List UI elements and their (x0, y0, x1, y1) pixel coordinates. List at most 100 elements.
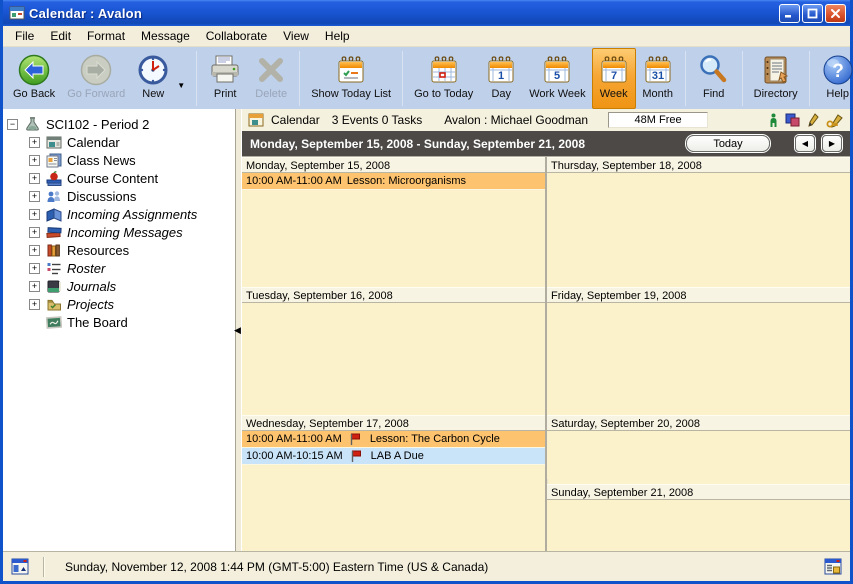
next-week-button[interactable]: ▶ (822, 135, 842, 152)
day-body[interactable]: 10:00 AM-11:00 AM Lesson: The Carbon Cyc… (242, 431, 545, 551)
main-area: − SCI102 - Period 2 + Calendar (3, 109, 850, 551)
sidebar-item-class-news[interactable]: + Class News (7, 151, 235, 169)
day-header: Saturday, September 20, 2008 (547, 415, 850, 431)
maximize-button[interactable] (802, 4, 823, 23)
menu-view[interactable]: View (275, 27, 317, 45)
sidebar-item-incoming-messages[interactable]: + Incoming Messages (7, 223, 235, 241)
expand-box-icon[interactable]: + (29, 245, 40, 256)
new-dropdown-icon[interactable]: ▼ (177, 81, 185, 90)
svg-text:?: ? (832, 61, 844, 82)
day-cell-thursday[interactable]: Thursday, September 18, 2008 (547, 157, 850, 287)
toolbar-separator (299, 51, 300, 106)
sidebar-item-calendar[interactable]: + Calendar (7, 133, 235, 151)
splitter-collapse-icon[interactable]: ◀ (234, 325, 241, 336)
show-today-list-button[interactable]: Show Today List (305, 48, 397, 109)
event-lesson-microorganisms[interactable]: 10:00 AM-11:00 AM Lesson: Microorganisms (242, 173, 545, 190)
toolbar: Go Back Go Forward New ▼ (3, 47, 850, 109)
work-week-view-button[interactable]: 5 Work Week (523, 48, 591, 109)
connection-window-icon[interactable] (11, 558, 29, 575)
expand-box-icon[interactable]: + (29, 191, 40, 202)
help-button[interactable]: ? Help (815, 48, 853, 109)
month-view-button[interactable]: 31 Month (636, 48, 680, 109)
go-back-button[interactable]: Go Back (7, 48, 61, 109)
panel-layout-icon[interactable] (824, 558, 842, 575)
sidebar-root[interactable]: − SCI102 - Period 2 (7, 115, 235, 133)
sidebar-item-resources[interactable]: + Resources (7, 241, 235, 259)
sidebar-item-incoming-assignments[interactable]: + Incoming Assignments (7, 205, 235, 223)
sidebar-item-roster[interactable]: + Roster (7, 259, 235, 277)
sidebar-item-journals[interactable]: + Journals (7, 277, 235, 295)
go-to-today-button[interactable]: Go to Today (408, 48, 479, 109)
toolbar-separator (402, 51, 403, 106)
day-cell-monday[interactable]: Monday, September 15, 2008 10:00 AM-11:0… (242, 157, 545, 287)
today-list-icon (335, 54, 367, 86)
sidebar-item-discussions[interactable]: + Discussions (7, 187, 235, 205)
discussions-icon (46, 189, 62, 204)
expand-box-icon[interactable]: + (29, 299, 40, 310)
expand-box-icon[interactable]: + (29, 227, 40, 238)
minimize-button[interactable] (779, 4, 800, 23)
calendar-content: Calendar 3 Events 0 Tasks Avalon : Micha… (242, 109, 850, 551)
title-bar[interactable]: Calendar : Avalon (3, 0, 850, 26)
menu-message[interactable]: Message (133, 27, 198, 45)
window-panels-icon[interactable] (785, 113, 800, 127)
calendar-icon (46, 135, 62, 150)
day-body[interactable] (547, 431, 850, 479)
expand-box-icon[interactable]: + (29, 173, 40, 184)
sidebar-item-course-content[interactable]: + Course Content (7, 169, 235, 187)
day-view-button[interactable]: 1 Day (479, 48, 523, 109)
day-view-icon: 1 (485, 54, 517, 86)
delete-icon (254, 53, 288, 87)
collapse-box-icon[interactable]: − (7, 119, 18, 130)
day-body[interactable]: 10:00 AM-11:00 AM Lesson: Microorganisms (242, 173, 545, 287)
previous-week-button[interactable]: ◀ (795, 135, 815, 152)
day-body[interactable] (547, 303, 850, 415)
pencil-icon[interactable] (807, 113, 819, 127)
directory-button[interactable]: Directory (748, 48, 804, 109)
new-button[interactable]: New (131, 48, 175, 109)
menu-format[interactable]: Format (79, 27, 133, 45)
expand-box-icon[interactable]: + (29, 281, 40, 292)
close-button[interactable] (825, 4, 846, 23)
expand-box-icon[interactable]: + (29, 137, 40, 148)
find-icon (697, 53, 731, 87)
sidebar-splitter[interactable]: ◀ (235, 109, 242, 551)
day-cell-tuesday[interactable]: Tuesday, September 16, 2008 (242, 287, 545, 415)
day-header: Thursday, September 18, 2008 (547, 157, 850, 173)
menu-file[interactable]: File (7, 27, 42, 45)
day-cell-saturday[interactable]: Saturday, September 20, 2008 (547, 415, 850, 479)
menu-collaborate[interactable]: Collaborate (198, 27, 275, 45)
sidebar-item-projects[interactable]: + Projects (7, 295, 235, 313)
menu-help[interactable]: Help (317, 27, 358, 45)
week-view-icon: 7 (598, 54, 630, 86)
directory-icon (759, 53, 793, 87)
find-button[interactable]: Find (691, 48, 737, 109)
day-body[interactable] (547, 173, 850, 287)
day-body[interactable] (242, 303, 545, 415)
minimize-icon (784, 8, 795, 19)
day-header: Monday, September 15, 2008 (242, 157, 545, 173)
event-lab-a-due[interactable]: 10:00 AM-10:15 AM LAB A Due (242, 448, 545, 465)
day-body[interactable] (547, 500, 850, 551)
day-cell-wednesday[interactable]: Wednesday, September 17, 2008 10:00 AM-1… (242, 415, 545, 551)
svg-text:1: 1 (498, 70, 504, 82)
today-button[interactable]: Today (686, 135, 770, 152)
sidebar-item-the-board[interactable]: The Board (7, 313, 235, 331)
status-bar: Sunday, November 12, 2008 1:44 PM (GMT-5… (3, 551, 850, 581)
event-lesson-carbon-cycle[interactable]: 10:00 AM-11:00 AM Lesson: The Carbon Cyc… (242, 431, 545, 448)
week-view-button[interactable]: 7 Week (592, 48, 636, 109)
expand-box-icon[interactable]: + (29, 209, 40, 220)
day-cell-friday[interactable]: Friday, September 19, 2008 (547, 287, 850, 415)
day-cell-sunday[interactable]: Sunday, September 21, 2008 (547, 484, 850, 551)
window-title: Calendar : Avalon (29, 6, 142, 21)
expand-box-icon[interactable]: + (29, 263, 40, 274)
flag-icon (351, 450, 362, 462)
print-icon (208, 53, 242, 87)
calendar-info-bar: Calendar 3 Events 0 Tasks Avalon : Micha… (242, 109, 850, 131)
expand-box-icon[interactable]: + (29, 155, 40, 166)
toolbar-separator (809, 51, 810, 106)
work-week-view-icon: 5 (541, 54, 573, 86)
menu-edit[interactable]: Edit (42, 27, 79, 45)
key-pencil-icon[interactable] (826, 113, 844, 128)
print-button[interactable]: Print (202, 48, 248, 109)
